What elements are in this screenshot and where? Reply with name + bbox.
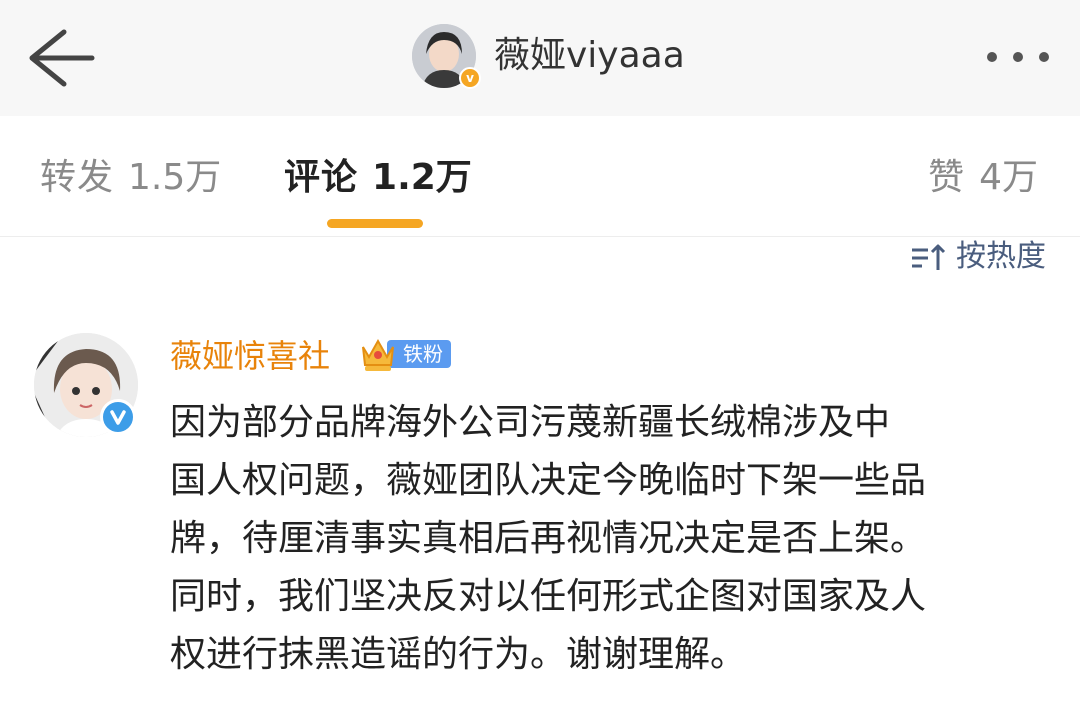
comment-author-name[interactable]: 薇娅惊喜社 <box>170 334 330 378</box>
profile-username[interactable]: 薇娅viyaaa <box>494 32 685 80</box>
active-tab-indicator <box>327 219 423 228</box>
more-dot <box>1039 52 1049 62</box>
comment-line: 国人权问题，薇娅团队决定今晚临时下架一些品 <box>170 460 927 501</box>
verified-icon <box>100 399 136 435</box>
tab-count: 4万 <box>979 157 1038 198</box>
tab-label: 转发 <box>40 157 115 198</box>
comment-line: 同时，我们坚决反对以任何形式企图对国家及人 <box>170 576 927 617</box>
more-dots-icon <box>987 52 997 62</box>
tab-repost[interactable]: 转发 1.5万 <box>40 154 221 202</box>
tab-count: 1.2万 <box>372 157 472 198</box>
verified-badge-icon: v <box>459 67 481 89</box>
tab-like[interactable]: 赞 4万 <box>928 154 1038 202</box>
tab-label: 赞 <box>928 157 966 198</box>
tab-count: 1.5万 <box>128 157 222 198</box>
comment-line: 牌，待厘清事实真相后再视情况决定是否上架。 <box>170 518 927 559</box>
tab-bar: 转发 1.5万 评论 1.2万 赞 4万 <box>0 116 1080 237</box>
crown-icon <box>362 338 394 371</box>
arrow-left-icon <box>29 29 95 87</box>
back-button[interactable] <box>24 22 96 94</box>
sort-button[interactable]: 按热度 <box>910 236 1046 278</box>
top-bar: v 薇娅viyaaa <box>0 0 1080 117</box>
fan-badge: 铁粉 <box>357 332 451 376</box>
comment-line: 权进行抹黑造谣的行为。谢谢理解。 <box>170 634 747 675</box>
tab-comment[interactable]: 评论 1.2万 <box>284 154 472 202</box>
more-dot <box>1013 52 1023 62</box>
more-button[interactable] <box>985 40 1055 74</box>
comment-text: 因为部分品牌海外公司污蔑新疆长绒棉涉及中 国人权问题，薇娅团队决定今晚临时下架一… <box>170 394 1050 684</box>
comment-line: 因为部分品牌海外公司污蔑新疆长绒棉涉及中 <box>170 402 891 443</box>
tab-label: 评论 <box>284 157 359 198</box>
sort-label: 按热度 <box>956 239 1046 274</box>
sort-icon <box>912 244 946 270</box>
